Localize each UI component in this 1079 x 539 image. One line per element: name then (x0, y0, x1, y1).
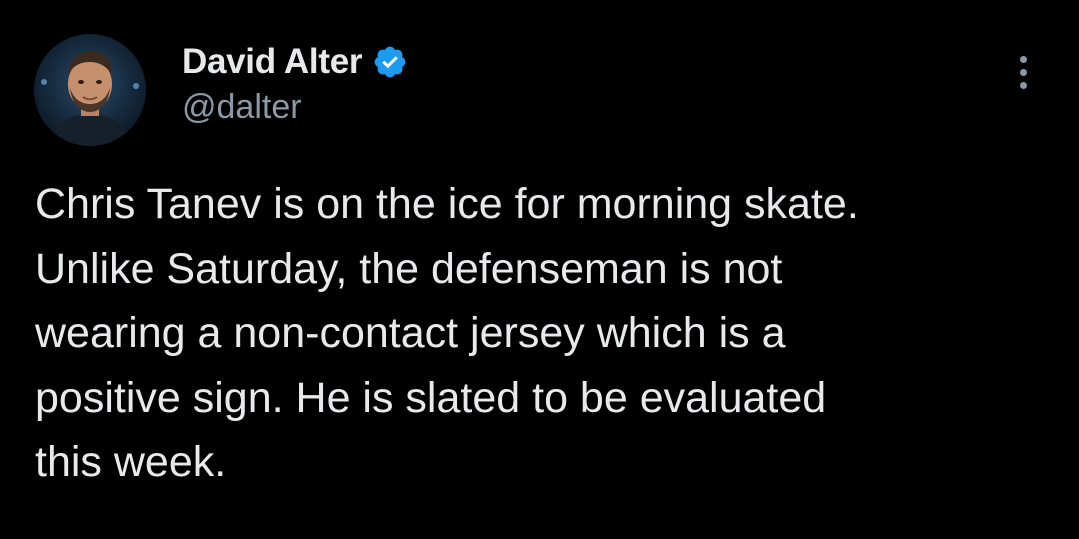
author-name-row: David Alter (182, 38, 408, 86)
verified-badge-icon (372, 44, 408, 80)
tweet-text: Chris Tanev is on the ice for morning sk… (35, 180, 859, 486)
author-handle[interactable]: @dalter (182, 88, 302, 127)
tweet-card: David Alter @dalter Chris Tanev is on th… (0, 0, 1079, 539)
more-options-icon[interactable] (1010, 56, 1036, 96)
author-display-name[interactable]: David Alter (182, 42, 362, 82)
author-avatar[interactable] (34, 34, 146, 146)
avatar-photo (34, 34, 146, 146)
